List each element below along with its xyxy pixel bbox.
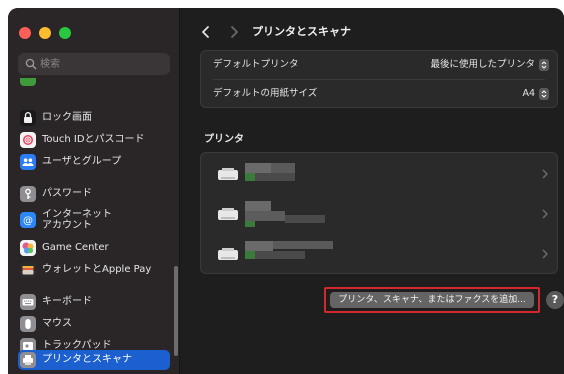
sidebar-item-label: インターネット アカウント xyxy=(42,209,112,231)
add-printer-scanner-fax-button[interactable]: プリンタ、スキャナ、またはファクスを追加... xyxy=(330,292,534,308)
status-indicator xyxy=(245,221,255,227)
sidebar-item-wallet[interactable]: ウォレットとApple Pay xyxy=(18,260,170,280)
defaults-group: デフォルトプリンタ 最後に使用したプリンタ デフォルトの用紙サイズ A4 xyxy=(200,50,558,108)
app-icon xyxy=(20,78,36,86)
sidebar-item-label: ウォレットとApple Pay xyxy=(42,264,152,275)
svg-text:@: @ xyxy=(23,216,33,227)
mouse-icon xyxy=(20,316,36,332)
sidebar-item-label: ロック画面 xyxy=(42,112,92,123)
printer-row[interactable] xyxy=(201,155,557,193)
game-center-icon xyxy=(20,240,36,256)
printers-list xyxy=(200,152,558,274)
printer-row[interactable] xyxy=(201,235,557,273)
status-indicator xyxy=(245,251,255,259)
printer-icon xyxy=(218,248,238,260)
at-icon: @ xyxy=(20,212,36,228)
printer-icon xyxy=(218,208,238,220)
redacted-name xyxy=(245,211,285,221)
sidebar-item-passwords[interactable]: パスワード xyxy=(18,184,170,204)
sidebar-item-users-groups[interactable]: ユーザとグループ xyxy=(18,152,170,172)
zoom-window-button[interactable] xyxy=(59,27,71,39)
printer-icon xyxy=(20,352,36,368)
redacted-name xyxy=(245,201,271,211)
sidebar-item-lock-screen[interactable]: ロック画面 xyxy=(18,108,170,128)
lock-icon xyxy=(20,110,36,126)
sidebar-item-internet-accounts[interactable]: @ インターネット アカウント xyxy=(18,208,170,232)
sidebar-item-label: Touch IDとパスコード xyxy=(42,134,145,145)
redacted-status xyxy=(255,251,305,259)
search-icon xyxy=(25,58,37,70)
printers-section-title: プリンタ xyxy=(204,134,244,145)
add-button-highlight: プリンタ、スキャナ、またはファクスを追加... xyxy=(324,287,540,313)
sidebar-item-partial[interactable] xyxy=(18,78,170,88)
minimize-window-button[interactable] xyxy=(39,27,51,39)
system-settings-window: ロック画面 Touch IDとパスコード ユーザとグループ パスワード xyxy=(8,8,564,374)
key-icon xyxy=(20,186,36,202)
back-chevron-icon[interactable] xyxy=(196,22,216,42)
main-pane: プリンタとスキャナ デフォルトプリンタ 最後に使用したプリンタ デフォルトの用紙… xyxy=(180,8,564,374)
forward-chevron-icon[interactable] xyxy=(224,22,244,42)
sidebar-item-label: パスワード xyxy=(42,188,92,199)
sidebar-item-label: キーボード xyxy=(42,296,92,307)
status-indicator xyxy=(245,173,255,181)
printer-row[interactable] xyxy=(201,195,557,233)
keyboard-icon xyxy=(20,294,36,310)
sidebar-item-keyboard[interactable]: キーボード xyxy=(18,292,170,312)
popup-stepper-icon[interactable] xyxy=(539,88,549,100)
help-button[interactable]: ? xyxy=(546,291,564,309)
redacted-name xyxy=(273,241,333,249)
default-paper-size-label: デフォルトの用紙サイズ xyxy=(213,88,318,99)
chevron-right-icon xyxy=(542,209,548,219)
default-paper-size-row[interactable]: デフォルトの用紙サイズ A4 xyxy=(201,80,557,108)
users-icon xyxy=(20,154,36,170)
redacted-name xyxy=(245,241,273,251)
search-field[interactable] xyxy=(18,53,170,75)
printer-icon xyxy=(218,168,238,180)
sidebar-item-game-center[interactable]: Game Center xyxy=(18,238,170,258)
sidebar-item-label: プリンタとスキャナ xyxy=(42,354,132,365)
sidebar-item-label: マウス xyxy=(42,318,72,329)
redacted-name xyxy=(271,163,295,173)
default-printer-row[interactable]: デフォルトプリンタ 最後に使用したプリンタ xyxy=(201,51,557,79)
redacted-status xyxy=(255,173,295,181)
sidebar-item-touch-id[interactable]: Touch IDとパスコード xyxy=(18,130,170,150)
popup-stepper-icon[interactable] xyxy=(539,59,549,71)
redacted-name xyxy=(245,163,271,173)
sidebar-item-label: Game Center xyxy=(42,242,109,253)
page-title: プリンタとスキャナ xyxy=(252,25,351,38)
redacted-status xyxy=(285,215,325,223)
default-printer-label: デフォルトプリンタ xyxy=(213,59,299,70)
sidebar-item-label: ユーザとグループ xyxy=(42,156,122,167)
sidebar: ロック画面 Touch IDとパスコード ユーザとグループ パスワード xyxy=(8,8,180,374)
sidebar-scrollbar[interactable] xyxy=(174,266,178,356)
search-input[interactable] xyxy=(40,53,160,75)
sidebar-item-mouse[interactable]: マウス xyxy=(18,314,170,334)
chevron-right-icon xyxy=(542,169,548,179)
close-window-button[interactable] xyxy=(19,27,31,39)
chevron-right-icon xyxy=(542,249,548,259)
default-paper-size-value[interactable]: A4 xyxy=(522,80,535,108)
default-printer-value[interactable]: 最後に使用したプリンタ xyxy=(430,51,535,79)
wallet-icon xyxy=(20,262,36,278)
fingerprint-icon xyxy=(20,132,36,148)
sidebar-item-printers-scanners[interactable]: プリンタとスキャナ xyxy=(18,350,170,370)
